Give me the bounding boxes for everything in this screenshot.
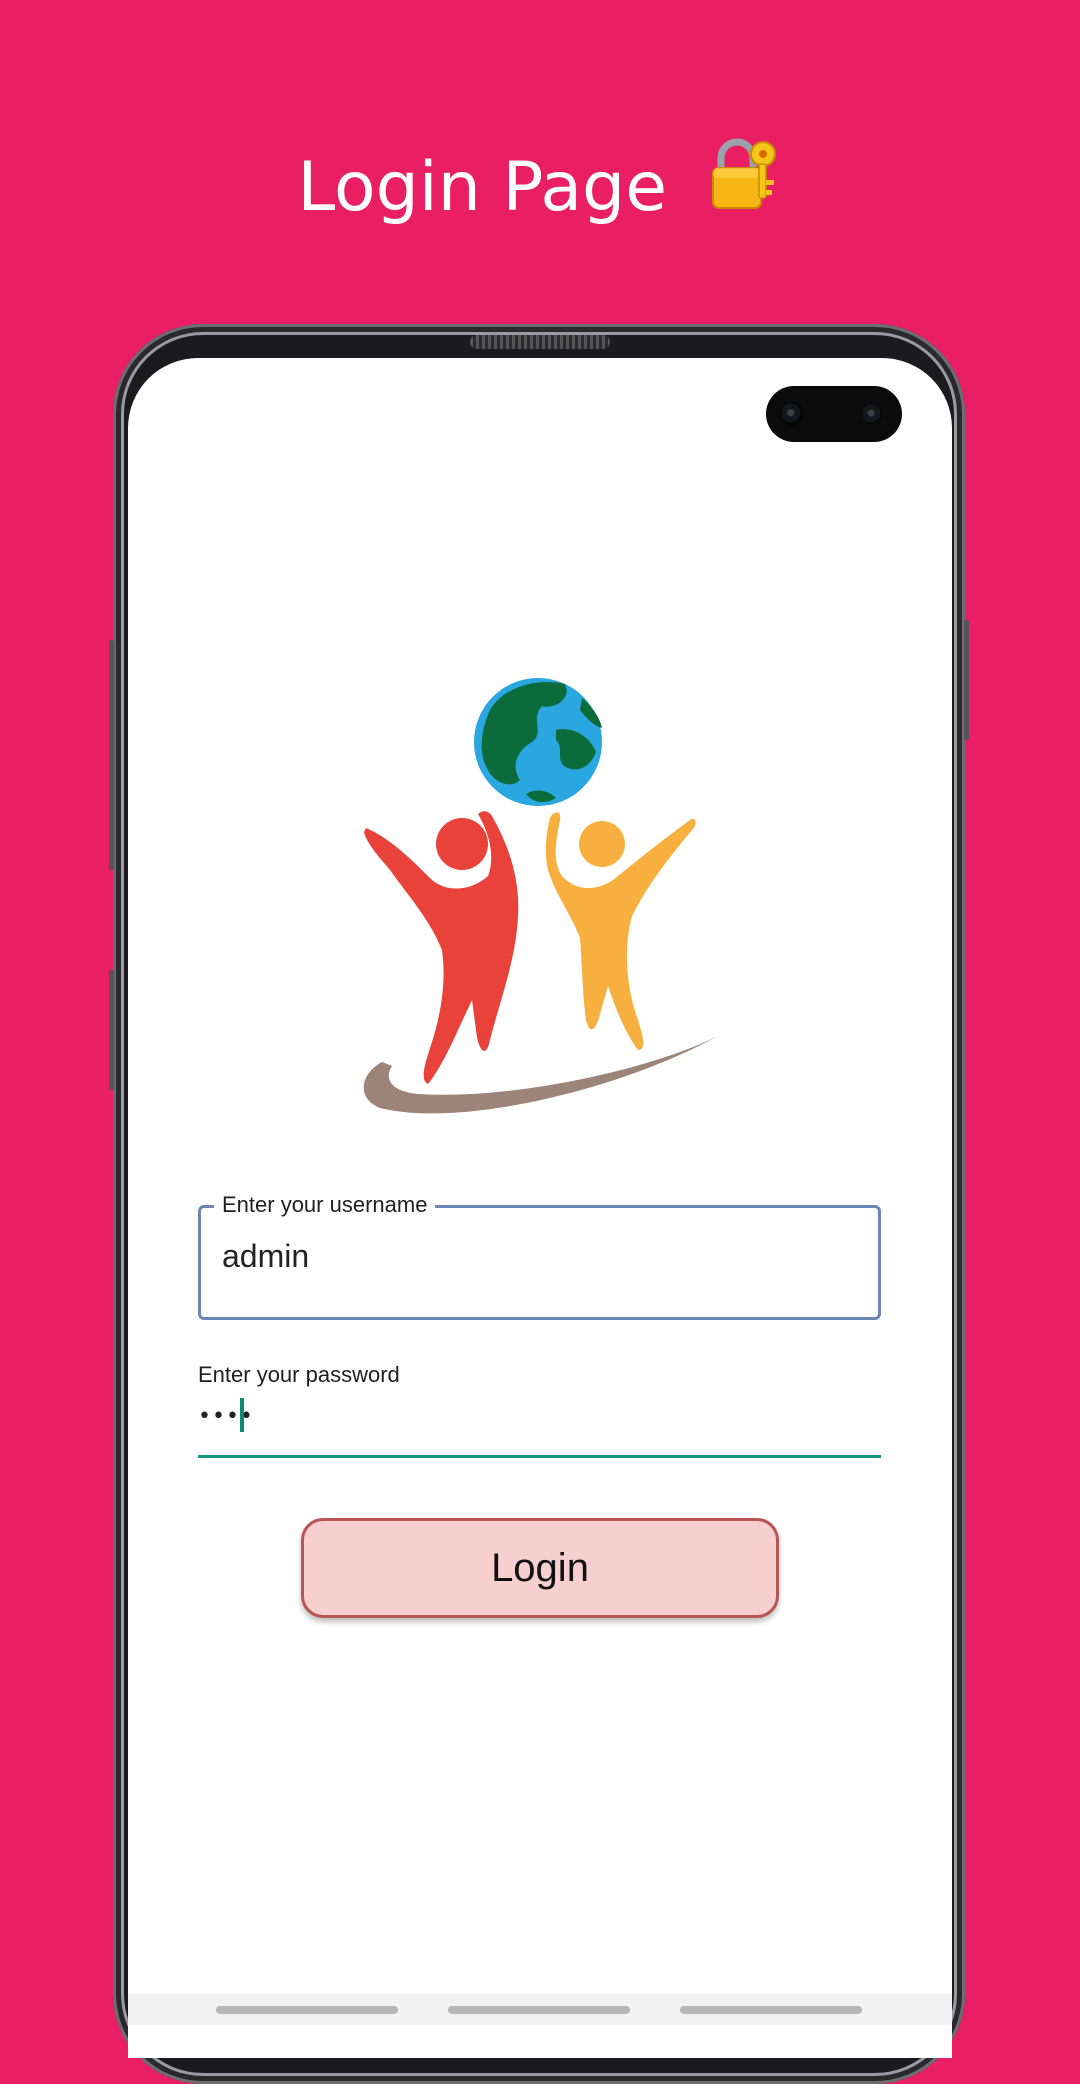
- lock-with-key-icon: [703, 134, 783, 237]
- earpiece-speaker: [470, 335, 610, 349]
- page-title: Login Page: [0, 138, 1080, 243]
- password-input[interactable]: [198, 1396, 698, 1436]
- password-underline: [198, 1455, 881, 1458]
- app-logo: [350, 670, 730, 1130]
- nav-recents-button[interactable]: [216, 2006, 398, 2014]
- login-button[interactable]: Login: [301, 1518, 779, 1618]
- phone-side-button: [109, 970, 114, 1090]
- system-nav-bar: [128, 1994, 952, 2025]
- nav-back-button[interactable]: [680, 2006, 862, 2014]
- camera-lens-icon: [780, 402, 804, 426]
- username-input[interactable]: [222, 1238, 822, 1275]
- text-cursor: [240, 1398, 244, 1432]
- nav-home-button[interactable]: [448, 2006, 630, 2014]
- phone-side-button: [109, 640, 114, 870]
- camera-lens-icon: [862, 404, 882, 424]
- globe-people-logo: [363, 678, 718, 1114]
- username-label: Enter your username: [214, 1192, 436, 1218]
- front-camera-cutout: [766, 386, 902, 442]
- password-label: Enter your password: [198, 1362, 400, 1387]
- phone-power-button: [964, 620, 969, 740]
- page-title-text: Login Page: [297, 148, 668, 228]
